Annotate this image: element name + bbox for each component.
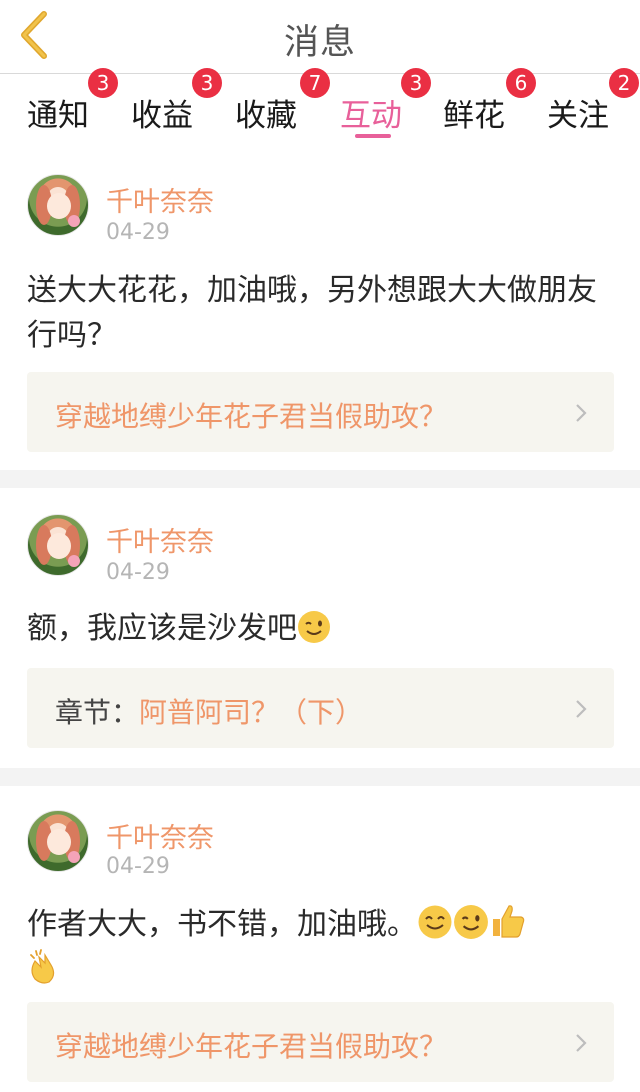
divider	[0, 470, 640, 488]
message-text: 送大大花花，加油哦，另外想跟大大做朋友行吗？	[27, 268, 610, 358]
tab-bar: 通知 3 收益 3 收藏 7 互动 3 鲜花 6 关注 2	[0, 68, 640, 160]
chapter-link[interactable]: 章节：阿普阿司？（下）	[27, 668, 614, 748]
username[interactable]: 千叶奈奈	[106, 816, 214, 855]
messages-page: 消息 通知 3 收益 3 收藏 7 互动 3 鲜花 6 关注 2 千叶奈奈 04…	[0, 0, 640, 1092]
clapping-hands-emoji	[30, 949, 55, 984]
avatar[interactable]	[27, 174, 89, 236]
chevron-right-icon	[576, 404, 587, 422]
book-link-text: 穿越地缚少年花子君当假助攻？	[55, 1025, 447, 1065]
message-body: 作者大大，书不错，加油哦。	[27, 907, 417, 942]
wink-emoji	[454, 905, 488, 939]
message-card: 千叶奈奈 04-29 送大大花花，加油哦，另外想跟大大做朋友行吗？ 穿越地缚少年…	[0, 160, 640, 470]
tab-favorites[interactable]: 收藏 7	[235, 68, 330, 160]
chapter-title: 阿普阿司？（下）	[139, 696, 364, 729]
header: 消息	[0, 0, 640, 74]
tab-follows[interactable]: 关注 2	[547, 68, 640, 160]
tab-label: 关注	[547, 98, 609, 134]
book-link[interactable]: 穿越地缚少年花子君当假助攻？	[27, 1002, 614, 1082]
tab-badge: 6	[506, 68, 536, 98]
message-body: 额，我应该是沙发吧	[27, 611, 297, 646]
message-card: 千叶奈奈 04-29 作者大大，书不错，加油哦。 穿越地缚少年花子君当假助攻？	[0, 786, 640, 1092]
username[interactable]: 千叶奈奈	[106, 520, 214, 559]
message-text: 作者大大，书不错，加油哦。	[27, 902, 610, 992]
book-link[interactable]: 穿越地缚少年花子君当假助攻？	[27, 372, 614, 452]
chapter-link-text: 章节：阿普阿司？（下）	[55, 691, 363, 731]
book-title: 穿越地缚少年花子君当假助攻？	[55, 400, 448, 433]
page-title: 消息	[283, 23, 356, 63]
tab-label: 收藏	[235, 98, 297, 134]
tab-label: 互动	[340, 98, 402, 134]
message-date: 04-29	[106, 854, 170, 879]
message-date: 04-29	[106, 220, 170, 245]
book-title: 穿越地缚少年花子君当假助攻？	[55, 1030, 448, 1063]
tab-flowers[interactable]: 鲜花 6	[443, 68, 536, 160]
message-card: 千叶奈奈 04-29 额，我应该是沙发吧 章节：阿普阿司？（下）	[0, 488, 640, 768]
tab-badge: 3	[401, 68, 431, 98]
avatar[interactable]	[27, 810, 89, 872]
tab-underline	[355, 134, 391, 138]
tab-badge: 2	[609, 68, 639, 98]
wink-emoji	[298, 611, 330, 643]
tab-notifications[interactable]: 通知 3	[27, 68, 118, 160]
tab-interactions[interactable]: 互动 3	[340, 68, 431, 160]
tab-label: 通知	[27, 98, 89, 134]
tab-badge: 3	[192, 68, 222, 98]
divider	[0, 768, 640, 786]
chevron-right-icon	[576, 700, 587, 718]
tab-badge: 3	[88, 68, 118, 98]
thumbs-up-emoji	[493, 905, 525, 938]
tab-badge: 7	[300, 68, 330, 98]
tab-earnings[interactable]: 收益 3	[131, 68, 222, 160]
chevron-right-icon	[576, 1034, 587, 1052]
message-date: 04-29	[106, 560, 170, 585]
tab-label: 鲜花	[443, 98, 505, 134]
username[interactable]: 千叶奈奈	[106, 180, 214, 219]
avatar[interactable]	[27, 514, 89, 576]
message-text: 额，我应该是沙发吧	[27, 606, 610, 651]
tab-label: 收益	[131, 98, 193, 134]
smile-emoji	[418, 905, 452, 939]
chapter-prefix: 章节：	[55, 696, 140, 729]
book-link-text: 穿越地缚少年花子君当假助攻？	[55, 395, 447, 435]
message-body: 送大大花花，加油哦，另外想跟大大做朋友行吗？	[27, 273, 597, 353]
